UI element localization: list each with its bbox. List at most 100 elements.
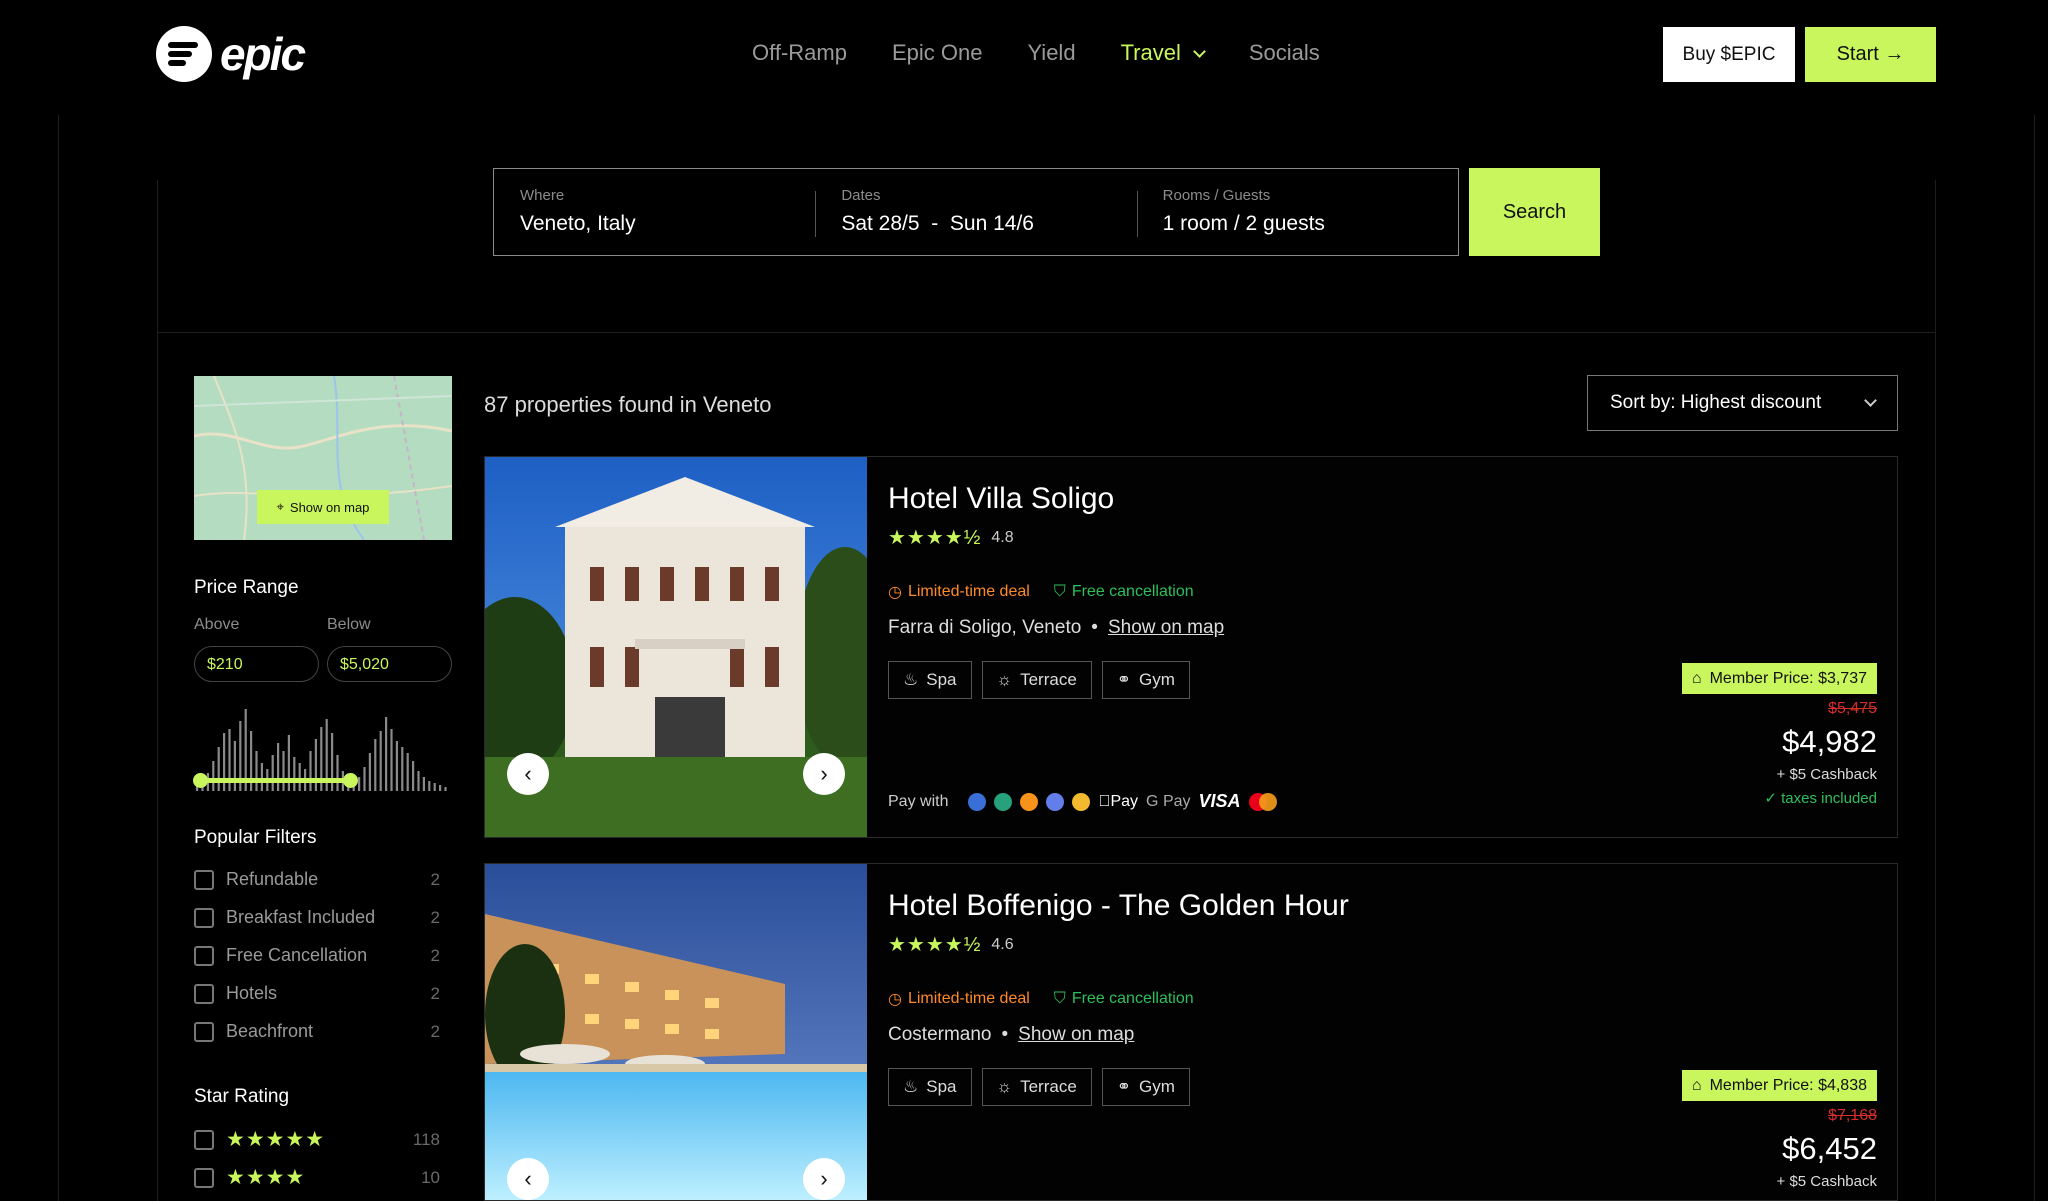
tag-icon: ⌂ bbox=[1691, 669, 1702, 687]
histogram-bar bbox=[336, 755, 339, 791]
taxes-note: ✓ taxes included bbox=[1682, 789, 1877, 807]
show-on-map-button[interactable]: ⌖ Show on map bbox=[257, 490, 389, 524]
checkbox[interactable] bbox=[194, 869, 214, 890]
histogram-bar bbox=[212, 761, 215, 791]
guests-field[interactable]: Rooms / Guests 1 room / 2 guests bbox=[1136, 169, 1458, 255]
chevron-right-icon: › bbox=[820, 1166, 828, 1191]
member-price: Member Price: $4,838 bbox=[1709, 1076, 1867, 1094]
filter-5-stars[interactable]: ★★★★★ 118 bbox=[194, 1127, 440, 1152]
filter-free-cancellation[interactable]: Free Cancellation 2 bbox=[194, 945, 440, 966]
original-price: $5,475 bbox=[1828, 700, 1877, 717]
filter-breakfast-included[interactable]: Breakfast Included 2 bbox=[194, 907, 440, 928]
filter-refundable[interactable]: Refundable 2 bbox=[194, 869, 440, 890]
start-button[interactable]: Start → bbox=[1805, 27, 1936, 82]
frame-divider bbox=[1935, 180, 1936, 1201]
filter-beachfront[interactable]: Beachfront 2 bbox=[194, 1021, 440, 1042]
where-field[interactable]: Where Veneto, Italy bbox=[494, 169, 815, 255]
original-price: $7,168 bbox=[1828, 1107, 1877, 1124]
separator-dot: • bbox=[1091, 617, 1098, 638]
hotel-card[interactable]: ‹ › Hotel Villa Soligo ★★★★½ 4.8 ◷ Limite… bbox=[484, 456, 1898, 838]
amenity-gym: ⚭ Gym bbox=[1101, 1068, 1190, 1106]
deal-badge: ◷ Limited-time deal bbox=[888, 989, 1030, 1009]
price-max-input[interactable]: $5,020 bbox=[327, 646, 452, 682]
cashback: + $5 Cashback bbox=[1776, 1173, 1877, 1190]
next-photo-button[interactable]: › bbox=[803, 1158, 845, 1200]
nav-item-yield[interactable]: Yield bbox=[1027, 40, 1075, 66]
filter-hotels[interactable]: Hotels 2 bbox=[194, 983, 440, 1004]
hotel-location: Costermano • Show on map bbox=[888, 1024, 1134, 1046]
amenity-label: Gym bbox=[1139, 670, 1175, 689]
show-on-map-link[interactable]: Show on map bbox=[1108, 617, 1224, 639]
amenity-spa: ♨ Spa bbox=[888, 661, 972, 699]
bitcoin-icon bbox=[1020, 792, 1039, 811]
hotel-name[interactable]: Hotel Villa Soligo bbox=[888, 482, 1114, 516]
chevron-down-icon bbox=[1864, 393, 1877, 407]
checkbox[interactable] bbox=[194, 983, 214, 1004]
ethereum-icon bbox=[1046, 792, 1065, 811]
hotel-card[interactable]: ‹ › Hotel Boffenigo - The Golden Hour ★★… bbox=[484, 863, 1898, 1201]
nav-item-off-ramp[interactable]: Off-Ramp bbox=[752, 40, 847, 66]
checkbox[interactable] bbox=[194, 1129, 214, 1150]
show-on-map-link[interactable]: Show on map bbox=[1018, 1024, 1134, 1046]
timer-icon: ◷ bbox=[888, 584, 902, 601]
sort-dropdown[interactable]: Sort by: Highest discount bbox=[1587, 375, 1898, 431]
hotel-photo[interactable]: ‹ › bbox=[485, 457, 867, 837]
chevron-left-icon: ‹ bbox=[524, 1166, 532, 1191]
member-price-badge: ⌂ Member Price: $4,838 bbox=[1681, 1070, 1877, 1101]
pool-photo bbox=[485, 864, 867, 1200]
filter-count: 10 bbox=[421, 1167, 440, 1187]
price-slider-max-handle[interactable] bbox=[343, 773, 358, 788]
member-price-badge: ⌂ Member Price: $3,737 bbox=[1681, 663, 1877, 694]
nav-item-socials[interactable]: Socials bbox=[1249, 40, 1320, 66]
rating-value: 4.8 bbox=[991, 528, 1014, 546]
price-min-input[interactable]: $210 bbox=[194, 646, 319, 682]
histogram-bar bbox=[358, 777, 361, 791]
checkbox[interactable] bbox=[194, 1167, 214, 1188]
nav-item-travel[interactable]: Travel bbox=[1121, 40, 1206, 66]
map-preview[interactable]: ⌖ Show on map bbox=[194, 376, 452, 540]
usdc-icon bbox=[968, 792, 987, 811]
dates-label: Dates bbox=[841, 187, 881, 204]
prev-photo-button[interactable]: ‹ bbox=[507, 1158, 549, 1200]
brand-logo[interactable]: epic bbox=[156, 26, 306, 82]
spa-icon: ♨ bbox=[903, 670, 919, 689]
amenity-label: Spa bbox=[926, 670, 957, 689]
buy-epic-button[interactable]: Buy $EPIC bbox=[1663, 27, 1795, 82]
search-button[interactable]: Search bbox=[1469, 168, 1600, 256]
histogram-bar bbox=[444, 787, 447, 791]
histogram-bar bbox=[374, 739, 377, 791]
shield-check-icon: ⛉ bbox=[1053, 990, 1066, 1007]
price-below-label: Below bbox=[327, 616, 371, 633]
price-slider-min-handle[interactable] bbox=[193, 773, 208, 788]
prev-photo-button[interactable]: ‹ bbox=[507, 753, 549, 795]
tag-icon: ⌂ bbox=[1691, 1076, 1702, 1094]
histogram-bar bbox=[433, 783, 436, 791]
chevron-right-icon: › bbox=[820, 761, 828, 786]
where-label: Where bbox=[520, 187, 565, 204]
price-block: ⌂ Member Price: $3,737 $5,475 $4,982 + $5… bbox=[1681, 663, 1877, 807]
checkbox[interactable] bbox=[194, 907, 214, 928]
star-icons: ★★★★½ bbox=[888, 934, 982, 956]
price-slider-track[interactable] bbox=[200, 778, 350, 783]
histogram-bar bbox=[390, 729, 393, 791]
frame-divider bbox=[2034, 115, 2035, 1201]
nav-item-epic-one[interactable]: Epic One bbox=[892, 40, 983, 66]
dates-field[interactable]: Dates Sat 28/5 - Sun 14/6 bbox=[815, 169, 1136, 255]
filter-label: Free Cancellation bbox=[226, 945, 368, 965]
deal-label: Limited-time deal bbox=[907, 583, 1030, 600]
histogram-bar bbox=[417, 771, 420, 791]
visa-icon: VISA bbox=[1199, 791, 1241, 812]
checkbox[interactable] bbox=[194, 1021, 214, 1042]
hotel-name[interactable]: Hotel Boffenigo - The Golden Hour bbox=[888, 889, 1349, 923]
taxes-label: taxes included bbox=[1781, 790, 1877, 807]
google-pay-label: G Pay bbox=[1134, 792, 1190, 810]
chevron-left-icon: ‹ bbox=[524, 761, 532, 786]
histogram-bar bbox=[271, 755, 274, 791]
timer-icon: ◷ bbox=[888, 991, 902, 1008]
histogram-bar bbox=[395, 741, 398, 791]
deal-label: Limited-time deal bbox=[907, 990, 1030, 1007]
next-photo-button[interactable]: › bbox=[803, 753, 845, 795]
filter-4-stars[interactable]: ★★★★ 10 bbox=[194, 1165, 440, 1190]
checkbox[interactable] bbox=[194, 945, 214, 966]
hotel-photo[interactable]: ‹ › bbox=[485, 864, 867, 1200]
